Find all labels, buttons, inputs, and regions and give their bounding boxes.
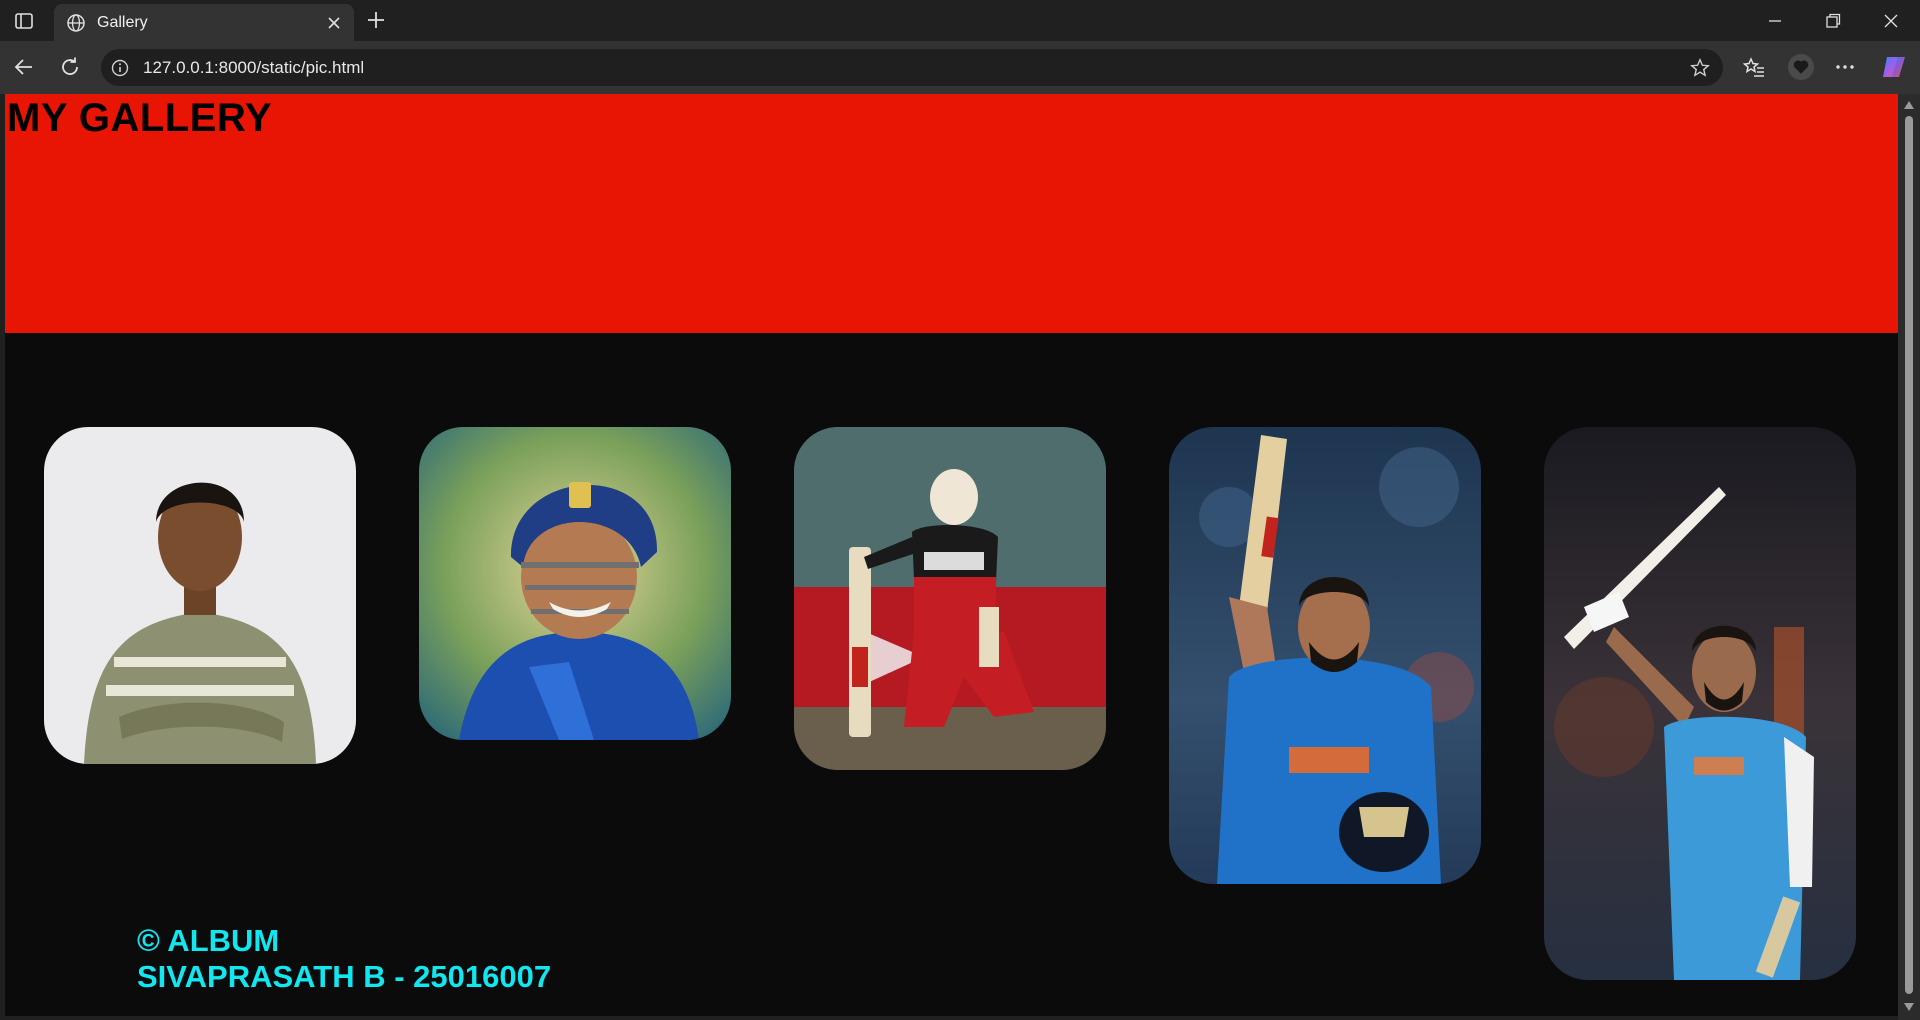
page-title: MY GALLERY	[7, 96, 273, 140]
minimize-icon[interactable]	[1765, 11, 1785, 31]
cricketer-photo	[794, 427, 1106, 770]
footer-copyright: © ALBUM	[137, 923, 280, 958]
gallery-photo-1[interactable]	[44, 427, 356, 764]
scroll-down-icon[interactable]	[1903, 1002, 1915, 1012]
footer-author: SIVAPRASATH B - 25016007	[137, 959, 552, 994]
scroll-up-icon[interactable]	[1903, 100, 1915, 110]
url-text[interactable]: 127.0.0.1:8000/static/pic.html	[143, 58, 364, 78]
star-icon[interactable]	[1689, 57, 1711, 79]
close-icon[interactable]	[326, 15, 342, 31]
cricketer-photo	[1169, 427, 1481, 884]
scroll-thumb[interactable]	[1905, 116, 1913, 994]
refresh-icon[interactable]	[58, 55, 82, 79]
window-close-icon[interactable]	[1881, 11, 1901, 31]
album-footer: © ALBUM SIVAPRASATH B - 25016007	[137, 923, 551, 995]
copilot-icon[interactable]	[1880, 53, 1908, 81]
gallery-photo-3[interactable]	[794, 427, 1106, 770]
favorites-icon[interactable]	[1742, 55, 1766, 79]
browser-titlebar: Gallery	[0, 0, 1920, 41]
globe-icon	[67, 14, 85, 32]
more-icon[interactable]	[1833, 55, 1857, 79]
restore-icon[interactable]	[1823, 11, 1843, 31]
new-tab-plus-icon[interactable]	[365, 9, 387, 31]
info-icon[interactable]	[111, 59, 129, 77]
address-bar[interactable]: 127.0.0.1:8000/static/pic.html	[101, 49, 1723, 86]
sidebar-toggle-icon[interactable]	[14, 11, 34, 31]
tab-gallery[interactable]: Gallery	[54, 4, 354, 41]
gallery-photo-2[interactable]	[419, 427, 731, 740]
tab-title: Gallery	[97, 14, 148, 31]
heart-icon[interactable]	[1787, 53, 1815, 81]
page-viewport: MY GALLERY © ALBUM SIVAPRASATH B - 25016…	[5, 94, 1898, 1016]
back-icon[interactable]	[12, 55, 36, 79]
page-scrollbar[interactable]	[1898, 94, 1920, 1020]
cricketer-photo	[1544, 427, 1856, 980]
gallery-photo-4[interactable]	[1169, 427, 1481, 884]
gallery-photo-5[interactable]	[1544, 427, 1856, 980]
cricketer-photo	[419, 427, 731, 740]
browser-toolbar: 127.0.0.1:8000/static/pic.html	[0, 41, 1920, 94]
gallery-header: MY GALLERY	[5, 94, 1898, 333]
portrait-photo	[44, 427, 356, 764]
